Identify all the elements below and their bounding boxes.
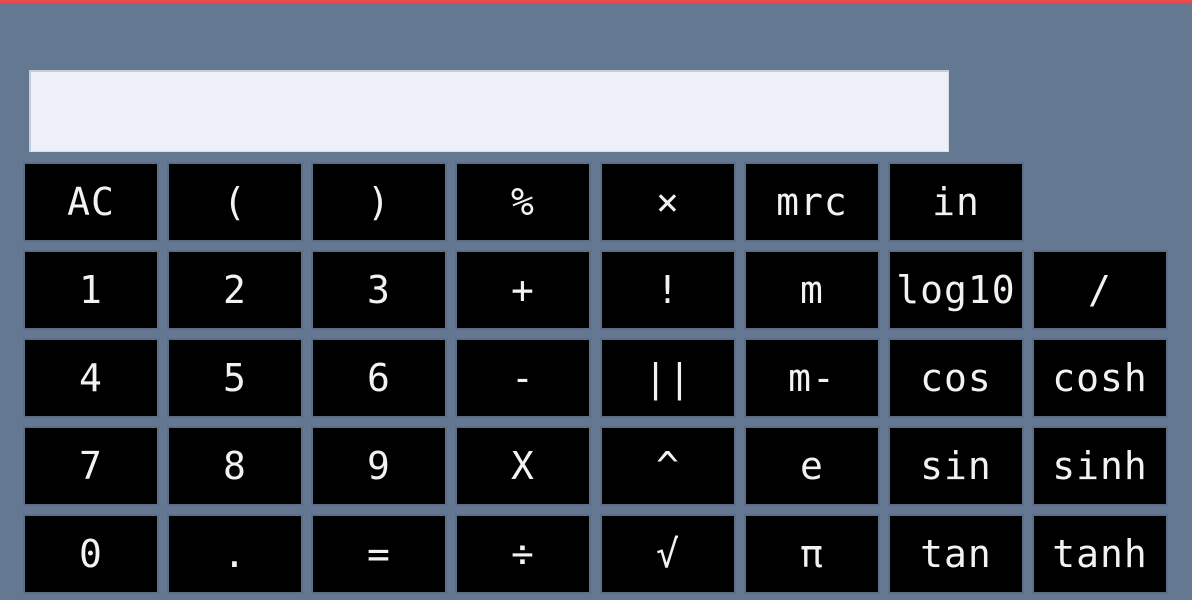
close-icon[interactable]: × (600, 162, 736, 242)
tanh-button[interactable]: tanh (1032, 514, 1168, 594)
power-button[interactable]: ^ (600, 426, 736, 506)
percent-button[interactable]: % (455, 162, 591, 242)
sqrt-button[interactable]: √ (600, 514, 736, 594)
one-button[interactable]: 1 (23, 250, 159, 330)
window-top-border (0, 0, 1192, 3)
tan-button[interactable]: tan (888, 514, 1024, 594)
open-paren-button[interactable]: ( (167, 162, 303, 242)
close-paren-button[interactable]: ) (311, 162, 447, 242)
m-button[interactable]: m (744, 250, 880, 330)
sin-button[interactable]: sin (888, 426, 1024, 506)
multiply-button[interactable]: X (455, 426, 591, 506)
dot-button[interactable]: . (167, 514, 303, 594)
three-button[interactable]: 3 (311, 250, 447, 330)
ln-button[interactable]: in (888, 162, 1024, 242)
eight-button[interactable]: 8 (167, 426, 303, 506)
five-button[interactable]: 5 (167, 338, 303, 418)
ac-button[interactable]: AC (23, 162, 159, 242)
cosh-button[interactable]: cosh (1032, 338, 1168, 418)
equals-button[interactable]: = (311, 514, 447, 594)
mrc-button[interactable]: mrc (744, 162, 880, 242)
factorial-button[interactable]: ! (600, 250, 736, 330)
cos-button[interactable]: cos (888, 338, 1024, 418)
calculator-display[interactable] (29, 70, 949, 152)
six-button[interactable]: 6 (311, 338, 447, 418)
minus-button[interactable]: - (455, 338, 591, 418)
sinh-button[interactable]: sinh (1032, 426, 1168, 506)
e-button[interactable]: e (744, 426, 880, 506)
log10-button[interactable]: log10 (888, 250, 1024, 330)
zero-button[interactable]: 0 (23, 514, 159, 594)
slash-button[interactable]: / (1032, 250, 1168, 330)
m-minus-button[interactable]: m- (744, 338, 880, 418)
plus-button[interactable]: + (455, 250, 591, 330)
pi-button[interactable]: π (744, 514, 880, 594)
nine-button[interactable]: 9 (311, 426, 447, 506)
two-button[interactable]: 2 (167, 250, 303, 330)
divide-button[interactable]: ÷ (455, 514, 591, 594)
four-button[interactable]: 4 (23, 338, 159, 418)
seven-button[interactable]: 7 (23, 426, 159, 506)
abs-button[interactable]: || (600, 338, 736, 418)
